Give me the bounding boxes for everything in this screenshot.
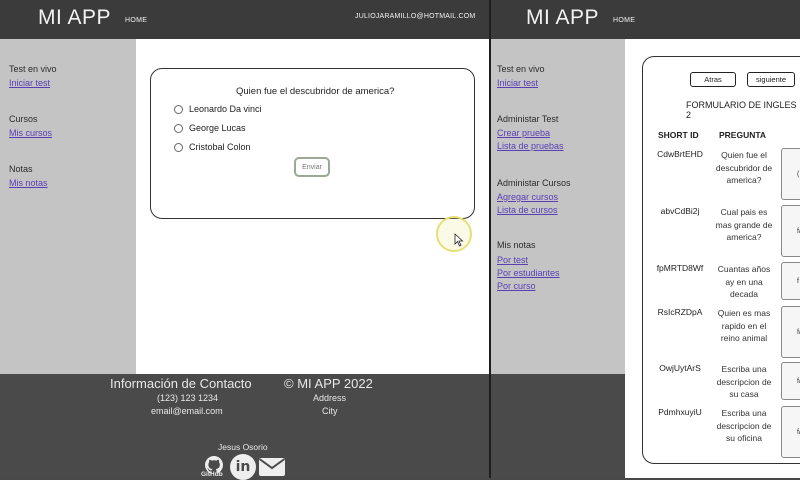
sidebar-heading-test-en-vivo: Test en vivo [497,64,545,74]
radio-button[interactable] [174,123,183,133]
option-cristobal[interactable]: Cristobal Colon [174,142,251,152]
row-short-id: PdmhxuyiU [658,407,702,417]
sidebar-link-por-estudiantes[interactable]: Por estudiantes [497,268,560,278]
row-short-id: CdwBrtEHD [657,149,703,159]
sidebar-heading-test-en-vivo: Test en vivo [9,64,57,74]
sidebar-link-iniciar-test[interactable]: Iniciar test [497,78,538,88]
row-question: Cual pais es mas grande de america? [715,207,773,242]
sidebar-link-agregar-cursos[interactable]: Agregar cursos [497,192,558,202]
mail-icon[interactable] [258,457,286,477]
row-answer-box[interactable]: f [781,262,800,300]
row-question: Escriba una descripcion de su oficina [716,408,772,443]
navbar: MI APP HOME [491,0,800,39]
sidebar-link-por-test[interactable]: Por test [497,255,528,265]
next-button[interactable]: siguiente [747,72,795,87]
brand-logo[interactable]: MI APP [38,6,111,30]
row-question: Cuantas años ay en una decada [717,264,771,299]
option-label: Leonardo Da vinci [189,104,262,114]
row-question: Quien fue el descubridor de america? [715,150,773,185]
footer: Información de Contacto (123) 123 1234 e… [0,374,491,480]
row-short-id: fpMRTD8Wf [656,263,704,273]
row-question: Quien es mas rapido en el reino animal [717,308,771,343]
sidebar: Test en vivo Iniciar test Administar Tes… [491,39,625,374]
row-answer-box[interactable]: f/ [781,362,800,400]
sidebar-heading-notas: Notas [9,164,33,174]
address: Address [313,393,347,403]
navbar: MI APP HOME JULIOJARAMILLO@HOTMAIL.COM [0,0,491,39]
sidebar-heading-mis-notas: Mis notas [497,240,536,250]
radio-button[interactable] [174,104,183,114]
sidebar-link-lista-pruebas[interactable]: Lista de pruebas [497,141,564,151]
row-short-id: OwjUytArS [659,363,701,373]
row-question: Escriba una descripcion de su casa [716,364,772,399]
back-button[interactable]: Atras [690,72,736,87]
sidebar-heading-administar-cursos: Administar Cursos [497,178,571,188]
contact-phone: (123) 123 1234 [157,393,219,403]
brand-logo[interactable]: MI APP [526,6,599,30]
option-george[interactable]: George Lucas [174,123,246,133]
row-answer-box[interactable]: f/ [781,406,800,458]
github-label: GitHub [201,471,223,478]
home-link[interactable]: HOME [125,17,147,24]
contact-title: Información de Contacto [110,376,252,391]
sidebar-link-iniciar-test[interactable]: Iniciar test [9,78,50,88]
sidebar: Test en vivo Iniciar test Cursos Mis cur… [0,39,136,374]
sidebar-heading-administar-test: Administar Test [497,114,559,124]
city: City [322,406,338,416]
option-label: George Lucas [189,123,246,133]
row-answer-box[interactable]: f/ [781,205,800,257]
sidebar-link-por-curso[interactable]: Por curso [497,281,536,291]
option-leonardo[interactable]: Leonardo Da vinci [174,104,262,114]
form-title: FORMULARIO DE INGLES 2 [686,100,797,120]
sidebar-link-lista-cursos[interactable]: Lista de cursos [497,205,558,215]
row-short-id: abvCdBi2j [660,206,700,216]
row-short-id: RsIcRZDpA [657,307,703,317]
radio-button[interactable] [174,142,183,152]
row-answer-box[interactable]: ( [781,148,800,200]
copyright: © MI APP 2022 [284,376,373,391]
mouse-cursor-icon [454,233,464,247]
question-text: Quien fue el descubridor de america? [236,86,395,97]
column-header-short-id: SHORT ID [658,130,699,140]
column-header-pregunta: PREGUNTA [719,130,767,140]
author-name: Jesus Osorio [218,442,268,452]
home-link[interactable]: HOME [613,17,635,24]
sidebar-heading-cursos: Cursos [9,114,38,124]
row-answer-box[interactable]: f/ [781,306,800,358]
sidebar-link-crear-prueba[interactable]: Crear prueba [497,128,550,138]
submit-button[interactable]: Enviar [294,157,330,177]
user-email[interactable]: JULIOJARAMILLO@HOTMAIL.COM [355,13,475,20]
sidebar-link-mis-cursos[interactable]: Mis cursos [9,128,52,138]
contact-email: email@email.com [151,406,223,416]
linkedin-icon[interactable]: in [230,454,256,480]
sidebar-link-mis-notas[interactable]: Mis notas [9,178,48,188]
option-label: Cristobal Colon [189,142,251,152]
